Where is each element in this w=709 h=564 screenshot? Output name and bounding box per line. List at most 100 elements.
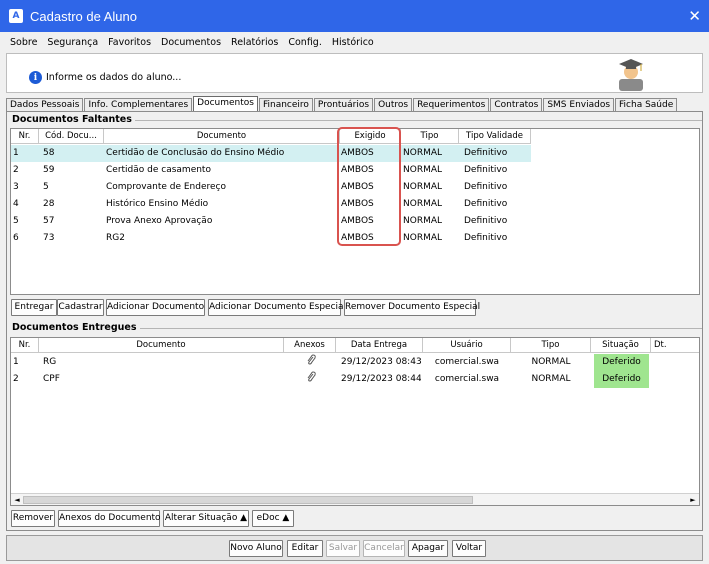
graduate-student-icon <box>619 59 643 91</box>
col-situacao[interactable]: Situação <box>591 338 651 353</box>
cancelar-button: Cancelar <box>363 540 405 557</box>
cell-nr[interactable]: 1 <box>13 354 37 371</box>
cell-data-entrega[interactable]: 29/12/2023 08:43 <box>341 354 421 371</box>
menu-documentos[interactable]: Documentos <box>161 37 221 48</box>
adicionar-documento-button[interactable]: Adicionar Documento <box>106 299 205 316</box>
status-badge[interactable]: Deferido <box>594 371 649 388</box>
apagar-button[interactable]: Apagar <box>408 540 448 557</box>
cell-cod[interactable]: 58 <box>43 145 101 162</box>
remover-button[interactable]: Remover <box>11 510 55 527</box>
status-badge[interactable]: Deferido <box>594 354 649 371</box>
col-nr[interactable]: Nr. <box>11 338 39 353</box>
cell-cod[interactable]: 59 <box>43 162 101 179</box>
cell-documento[interactable]: RG <box>43 354 281 371</box>
menu-seguranca[interactable]: Segurança <box>47 37 98 48</box>
alterar-situa-o-button[interactable]: Alterar Situação ▲ <box>163 510 249 527</box>
cell-nr[interactable]: 4 <box>13 196 37 213</box>
cell-doc[interactable]: Histórico Ensino Médio <box>106 196 338 213</box>
tab-requerimentos[interactable]: Requerimentos <box>413 98 490 112</box>
menu-favoritos[interactable]: Favoritos <box>108 37 151 48</box>
cell-nr[interactable]: 2 <box>13 162 37 179</box>
voltar-button[interactable]: Voltar <box>452 540 486 557</box>
tab-outros[interactable]: Outros <box>374 98 413 112</box>
cell-validade[interactable]: Definitivo <box>464 230 530 247</box>
app-icon: A <box>9 9 23 23</box>
close-icon[interactable]: ✕ <box>688 7 701 25</box>
paperclip-icon[interactable] <box>301 354 321 371</box>
col-usuario[interactable]: Usuário <box>423 338 511 353</box>
cell-data-entrega[interactable]: 29/12/2023 08:44 <box>341 371 421 388</box>
tab-financeiro[interactable]: Financeiro <box>258 98 313 112</box>
cell-tipo[interactable]: NORMAL <box>511 354 591 371</box>
col-anexos[interactable]: Anexos <box>284 338 336 353</box>
menu-config[interactable]: Config. <box>288 37 322 48</box>
paperclip-icon[interactable] <box>301 371 321 388</box>
horizontal-scrollbar[interactable]: ◄ ► <box>11 493 699 505</box>
cell-usuario[interactable]: comercial.swa <box>423 371 511 388</box>
edoc-button[interactable]: eDoc ▲ <box>252 510 294 527</box>
cadastrar-button[interactable]: Cadastrar <box>57 299 104 316</box>
cell-validade[interactable]: Definitivo <box>464 145 530 162</box>
entregar-button[interactable]: Entregar <box>11 299 57 316</box>
col-documento[interactable]: Documento <box>104 129 340 144</box>
col-tipo-validade[interactable]: Tipo Validade <box>459 129 531 144</box>
cell-tipo[interactable]: NORMAL <box>511 371 591 388</box>
title-bar: A Cadastro de Aluno ✕ <box>0 0 709 32</box>
cell-nr[interactable]: 2 <box>13 371 37 388</box>
scrollbar-thumb[interactable] <box>23 496 473 504</box>
cell-tipo[interactable]: NORMAL <box>403 162 457 179</box>
cell-validade[interactable]: Definitivo <box>464 213 530 230</box>
col-dt-avaliacao[interactable]: Dt. Avaliaçã <box>651 338 699 353</box>
cell-doc[interactable]: Prova Anexo Aprovação <box>106 213 338 230</box>
cell-nr[interactable]: 5 <box>13 213 37 230</box>
col-tipo[interactable]: Tipo <box>511 338 591 353</box>
novo-aluno-button[interactable]: Novo Aluno <box>229 540 283 557</box>
cell-tipo[interactable]: NORMAL <box>403 145 457 162</box>
col-data-entrega[interactable]: Data Entrega <box>336 338 423 353</box>
tab-documentos[interactable]: Documentos <box>193 96 258 112</box>
tab-info-complementares[interactable]: Info. Complementares <box>84 98 193 112</box>
scroll-right-icon[interactable]: ► <box>688 495 698 505</box>
exigido-highlight <box>337 127 401 246</box>
col-documento[interactable]: Documento <box>39 338 284 353</box>
delivered-docs-table[interactable]: Nr. Documento Anexos Data Entrega Usuári… <box>10 337 700 506</box>
cell-doc[interactable]: Certidão de Conclusão do Ensino Médio <box>106 145 338 162</box>
cell-cod[interactable]: 28 <box>43 196 101 213</box>
tab-strip: Dados Pessoais Info. Complementares Docume… <box>6 96 678 112</box>
cell-cod[interactable]: 73 <box>43 230 101 247</box>
remover-documento-especial-button[interactable]: Remover Documento Especial <box>344 299 480 316</box>
scroll-left-icon[interactable]: ◄ <box>12 495 22 505</box>
info-icon: i <box>29 71 42 84</box>
cell-doc[interactable]: Comprovante de Endereço <box>106 179 338 196</box>
tab-prontu-rios[interactable]: Prontuários <box>313 98 374 112</box>
editar-button[interactable]: Editar <box>287 540 323 557</box>
cell-cod[interactable]: 57 <box>43 213 101 230</box>
adicionar-documento-especial-button[interactable]: Adicionar Documento Especial <box>208 299 346 316</box>
cell-documento[interactable]: CPF <box>43 371 281 388</box>
cell-tipo[interactable]: NORMAL <box>403 213 457 230</box>
cell-nr[interactable]: 3 <box>13 179 37 196</box>
tab-ficha-sa-de[interactable]: Ficha Saúde <box>615 98 678 112</box>
cell-tipo[interactable]: NORMAL <box>403 230 457 247</box>
cell-validade[interactable]: Definitivo <box>464 162 530 179</box>
tab-sms-enviados[interactable]: SMS Enviados <box>543 98 615 112</box>
cell-usuario[interactable]: comercial.swa <box>423 354 511 371</box>
col-nr[interactable]: Nr. <box>11 129 39 144</box>
cell-tipo[interactable]: NORMAL <box>403 179 457 196</box>
tab-contratos[interactable]: Contratos <box>490 98 543 112</box>
cell-doc[interactable]: Certidão de casamento <box>106 162 338 179</box>
cell-validade[interactable]: Definitivo <box>464 196 530 213</box>
menu-sobre[interactable]: Sobre <box>10 37 37 48</box>
cell-doc[interactable]: RG2 <box>106 230 338 247</box>
cell-validade[interactable]: Definitivo <box>464 179 530 196</box>
anexos-do-documento-button[interactable]: Anexos do Documento <box>58 510 161 527</box>
menu-relatorios[interactable]: Relatórios <box>231 37 278 48</box>
cell-nr[interactable]: 6 <box>13 230 37 247</box>
cell-tipo[interactable]: NORMAL <box>403 196 457 213</box>
tab-dados-pessoais[interactable]: Dados Pessoais <box>6 98 84 112</box>
col-tipo[interactable]: Tipo <box>401 129 459 144</box>
cell-cod[interactable]: 5 <box>43 179 101 196</box>
cell-nr[interactable]: 1 <box>13 145 37 162</box>
col-cod[interactable]: Cód. Docu... <box>39 129 104 144</box>
menu-historico[interactable]: Histórico <box>332 37 374 48</box>
